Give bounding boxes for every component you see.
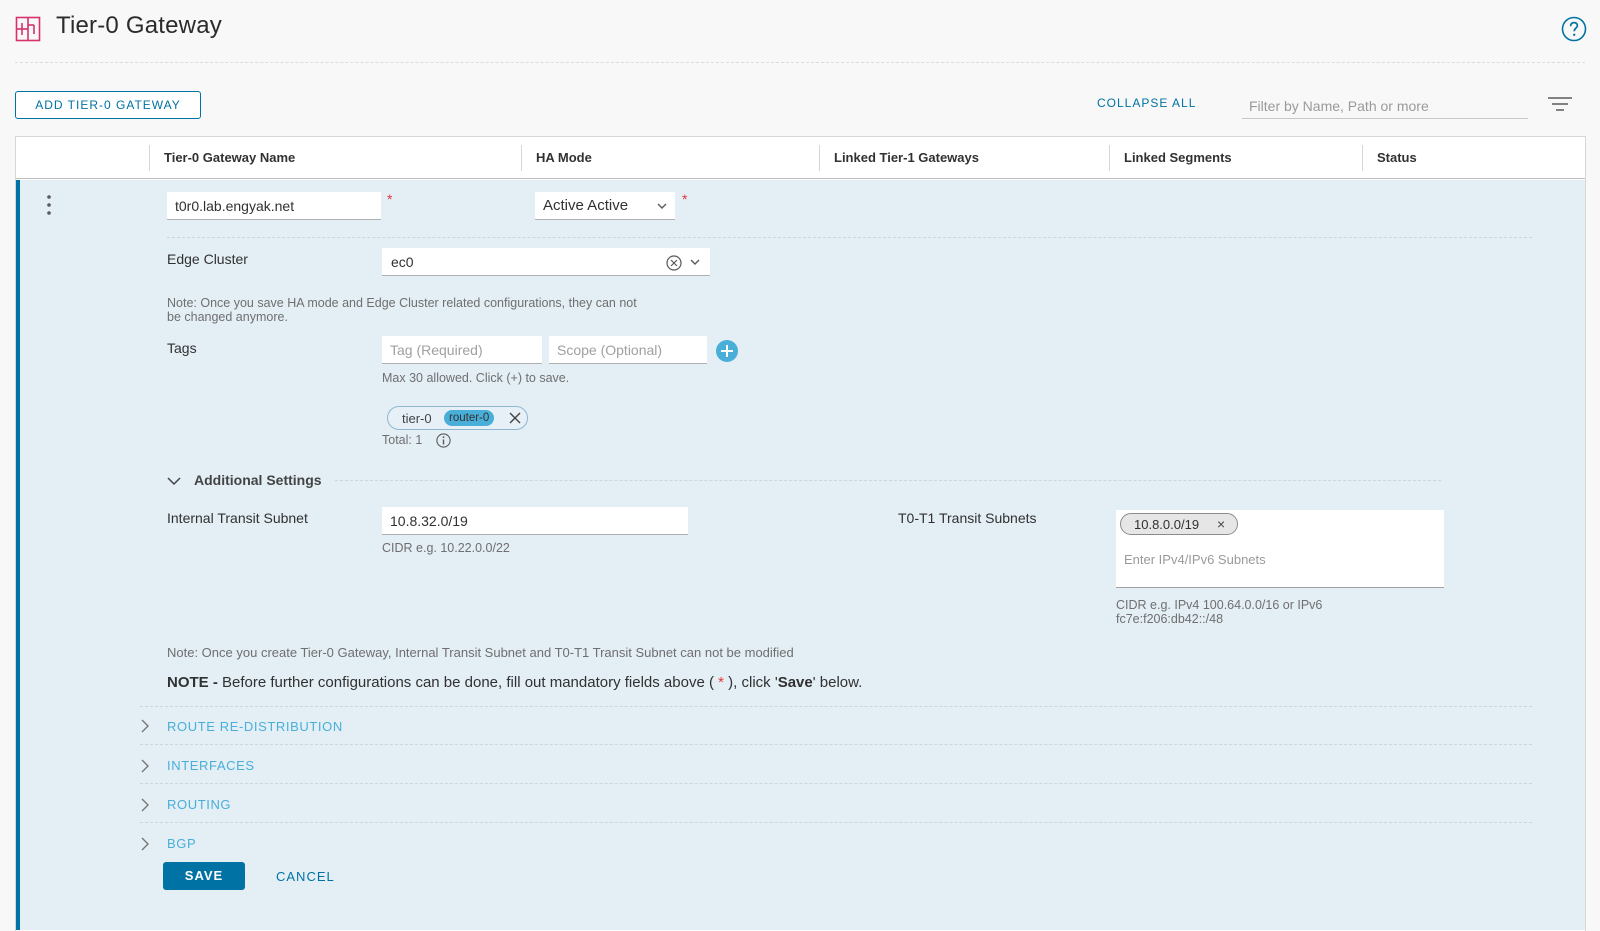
subnet-placeholder: Enter IPv4/IPv6 Subnets — [1124, 552, 1266, 567]
mandatory-note: NOTE - Before further configurations can… — [167, 674, 862, 691]
chevron-down-icon — [690, 259, 700, 265]
tag-chip-tag: tier-0 — [402, 411, 432, 426]
column-header-linked-segments[interactable]: Linked Segments — [1124, 150, 1232, 165]
t0t1-hint-line2: fc7e:f206:db42::/48 — [1116, 612, 1224, 626]
internal-transit-hint: CIDR e.g. 10.22.0.0/22 — [382, 541, 510, 555]
column-separator — [1362, 145, 1363, 171]
gateway-grid: Tier-0 Gateway Name HA Mode Linked Tier-… — [15, 136, 1586, 931]
grid-header: Tier-0 Gateway Name HA Mode Linked Tier-… — [16, 137, 1585, 179]
chevron-right-icon[interactable] — [140, 719, 150, 733]
tags-label: Tags — [167, 340, 197, 356]
header-divider — [15, 62, 1585, 63]
chevron-right-icon[interactable] — [140, 759, 150, 773]
subnet-chip: 10.8.0.0/19 × — [1120, 513, 1238, 535]
section-divider — [335, 480, 1441, 481]
info-icon[interactable] — [436, 433, 451, 448]
mandatory-note-part2: ), click ' — [723, 674, 778, 691]
tags-hint: Max 30 allowed. Click (+) to save. — [382, 371, 570, 385]
tag-chip: tier-0 router-0 — [387, 406, 528, 430]
required-mark: * — [682, 191, 688, 207]
cancel-button[interactable]: CANCEL — [276, 869, 335, 884]
t0t1-label: T0-T1 Transit Subnets — [898, 510, 1037, 526]
filter-icon[interactable] — [1547, 96, 1573, 112]
column-separator — [521, 145, 522, 171]
chevron-right-icon[interactable] — [140, 837, 150, 851]
column-separator — [149, 145, 150, 171]
ha-note-line1: Note: Once you save HA mode and Edge Clu… — [167, 296, 637, 310]
section-divider — [167, 237, 1532, 238]
page-header: Tier-0 Gateway — [0, 0, 1600, 62]
chevron-down-icon[interactable] — [167, 477, 181, 486]
mandatory-note-bold: NOTE - — [167, 674, 218, 691]
chevron-right-icon[interactable] — [140, 798, 150, 812]
edge-cluster-label: Edge Cluster — [167, 251, 248, 267]
column-header-name[interactable]: Tier-0 Gateway Name — [164, 150, 295, 165]
section-bgp[interactable]: BGP — [167, 836, 196, 851]
additional-settings-toggle[interactable]: Additional Settings — [194, 472, 322, 488]
help-icon[interactable] — [1561, 16, 1587, 42]
subnet-chip-value: 10.8.0.0/19 — [1134, 517, 1200, 532]
column-separator — [819, 145, 820, 171]
edge-cluster-select[interactable]: ec0 — [382, 248, 710, 276]
ha-note-line2: be changed anymore. — [167, 310, 288, 324]
tag-input[interactable] — [382, 336, 542, 364]
page-title: Tier-0 Gateway — [56, 12, 222, 39]
add-tag-icon[interactable] — [716, 340, 738, 362]
mandatory-note-part3: ' below. — [812, 674, 863, 691]
ha-mode-value: Active Active — [543, 197, 629, 214]
create-note: Note: Once you create Tier-0 Gateway, In… — [167, 645, 794, 660]
row-actions-icon[interactable] — [46, 194, 52, 216]
gateway-icon — [15, 16, 41, 42]
collapse-all-button[interactable]: COLLAPSE ALL — [1097, 96, 1196, 110]
column-header-status[interactable]: Status — [1377, 150, 1417, 165]
section-divider — [140, 706, 1532, 707]
column-header-ha-mode[interactable]: HA Mode — [536, 150, 592, 165]
section-divider — [140, 822, 1532, 823]
tag-chip-scope: router-0 — [444, 410, 495, 426]
t0t1-subnets-input[interactable]: 10.8.0.0/19 × Enter IPv4/IPv6 Subnets — [1116, 510, 1444, 588]
remove-subnet-icon[interactable]: × — [1217, 516, 1225, 532]
gateway-edit-row: * Active Active * Edge Cluster ec0 Note:… — [16, 180, 1585, 930]
section-divider — [140, 783, 1532, 784]
t0t1-hint-line1: CIDR e.g. IPv4 100.64.0.0/16 or IPv6 — [1116, 598, 1323, 612]
edge-cluster-value: ec0 — [391, 254, 414, 270]
required-mark: * — [387, 191, 393, 207]
add-tier0-gateway-button[interactable]: ADD TIER-0 GATEWAY — [15, 91, 201, 119]
section-divider — [140, 744, 1532, 745]
column-header-linked-tier1[interactable]: Linked Tier-1 Gateways — [834, 150, 979, 165]
section-route-redistribution[interactable]: ROUTE RE-DISTRIBUTION — [167, 719, 343, 734]
mandatory-note-part1: Before further configurations can be don… — [217, 674, 719, 691]
chevron-down-icon — [657, 203, 667, 209]
internal-transit-label: Internal Transit Subnet — [167, 510, 308, 526]
tags-total: Total: 1 — [382, 433, 423, 447]
ha-mode-select[interactable]: Active Active — [535, 192, 675, 220]
scope-input[interactable] — [549, 336, 707, 364]
gateway-name-input[interactable] — [167, 192, 381, 220]
section-interfaces[interactable]: INTERFACES — [167, 758, 255, 773]
remove-tag-icon[interactable] — [508, 411, 522, 425]
save-button[interactable]: SAVE — [163, 862, 245, 890]
filter-input[interactable] — [1242, 93, 1528, 119]
internal-transit-input[interactable] — [382, 507, 688, 535]
clear-icon[interactable] — [666, 255, 682, 271]
section-routing[interactable]: ROUTING — [167, 797, 231, 812]
column-separator — [1109, 145, 1110, 171]
mandatory-note-save: Save — [777, 674, 813, 691]
